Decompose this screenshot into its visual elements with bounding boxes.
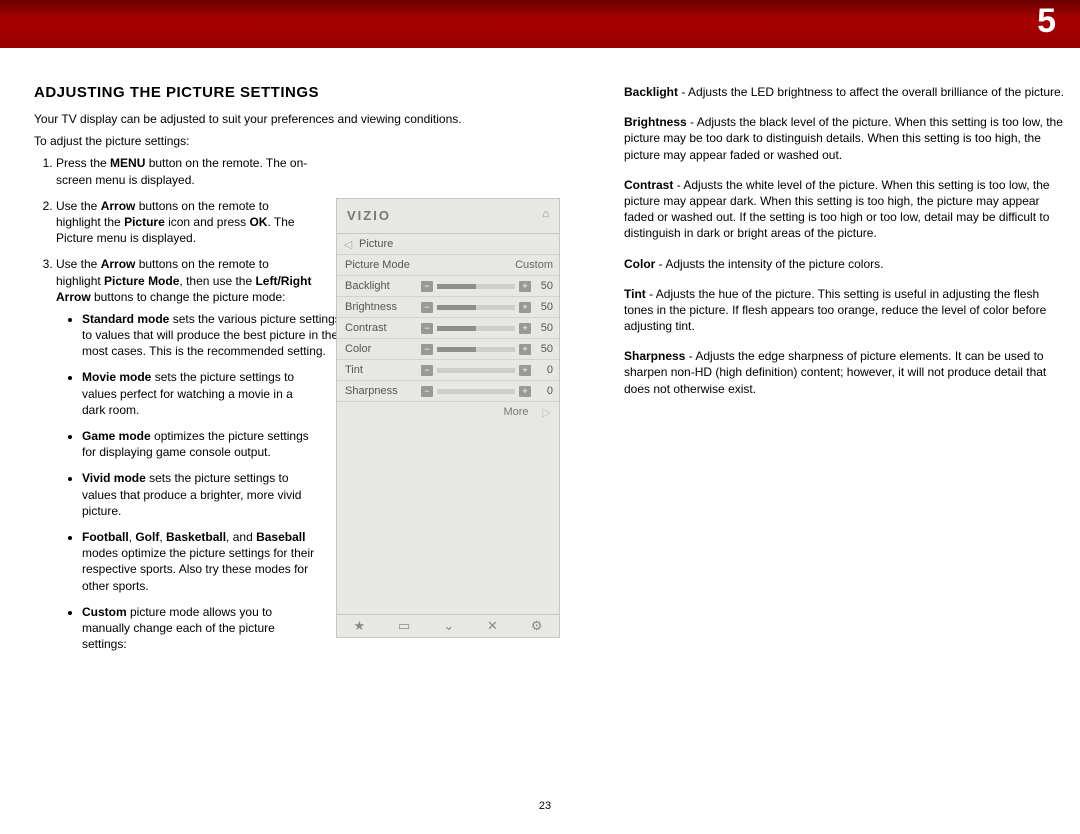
minus-icon[interactable]: − <box>421 344 433 355</box>
osd-row-picture-mode[interactable]: Picture Mode Custom <box>337 255 559 276</box>
def-brightness: Brightness - Adjusts the black level of … <box>624 114 1064 163</box>
def-sharpness: Sharpness - Adjusts the edge sharpness o… <box>624 348 1064 397</box>
osd-brand: VIZIO <box>347 208 391 223</box>
def-tint: Tint - Adjusts the hue of the picture. T… <box>624 286 1064 335</box>
minus-icon[interactable]: − <box>421 323 433 334</box>
osd-breadcrumb[interactable]: ◁ Picture <box>337 234 559 255</box>
mode-sports: Football, Golf, Basketball, and Baseball… <box>82 529 316 594</box>
mode-movie: Movie mode sets the picture settings to … <box>82 369 316 418</box>
mode-vivid: Vivid mode sets the picture settings to … <box>82 470 316 519</box>
def-backlight: Backlight - Adjusts the LED brightness t… <box>624 84 1064 100</box>
osd-panel: VIZIO ⌂ ◁ Picture Picture Mode Custom Ba… <box>336 198 560 638</box>
screen-icon[interactable]: ▭ <box>398 618 410 634</box>
plus-icon[interactable]: + <box>519 365 531 376</box>
top-banner: 5 <box>0 0 1080 48</box>
chevron-right-icon: ▷ <box>543 406 551 419</box>
osd-row-contrast[interactable]: Contrast −+50 <box>337 318 559 339</box>
mode-custom: Custom picture mode allows you to manual… <box>82 604 316 653</box>
osd-row-tint[interactable]: Tint −+0 <box>337 360 559 381</box>
def-contrast: Contrast - Adjusts the white level of th… <box>624 177 1064 242</box>
step-2: Use the Arrow buttons on the remote to h… <box>56 198 316 247</box>
section-heading: ADJUSTING THE PICTURE SETTINGS <box>34 84 589 101</box>
osd-row-backlight[interactable]: Backlight −+50 <box>337 276 559 297</box>
plus-icon[interactable]: + <box>519 344 531 355</box>
osd-crumb-label: Picture <box>359 238 393 250</box>
minus-icon[interactable]: − <box>421 386 433 397</box>
section-number: 5 <box>1037 2 1056 41</box>
lead-text: To adjust the picture settings: <box>34 133 589 149</box>
osd-row-color[interactable]: Color −+50 <box>337 339 559 360</box>
plus-icon[interactable]: + <box>519 386 531 397</box>
osd-row-sharpness[interactable]: Sharpness −+0 <box>337 381 559 402</box>
home-icon[interactable]: ⌂ <box>542 208 549 220</box>
back-icon[interactable]: ◁ <box>337 238 359 251</box>
minus-icon[interactable]: − <box>421 302 433 313</box>
osd-row-brightness[interactable]: Brightness −+50 <box>337 297 559 318</box>
def-color: Color - Adjusts the intensity of the pic… <box>624 256 1064 272</box>
minus-icon[interactable]: − <box>421 281 433 292</box>
page-number: 23 <box>34 800 1056 812</box>
mode-standard: Standard mode sets the various picture s… <box>82 311 342 360</box>
plus-icon[interactable]: + <box>519 323 531 334</box>
plus-icon[interactable]: + <box>519 302 531 313</box>
definitions-column: Backlight - Adjusts the LED brightness t… <box>624 84 1064 411</box>
step-3: Use the Arrow buttons on the remote to h… <box>56 256 316 652</box>
mode-game: Game mode optimizes the picture settings… <box>82 428 316 460</box>
gear-icon[interactable]: ⚙ <box>531 618 543 634</box>
intro-text: Your TV display can be adjusted to suit … <box>34 111 589 127</box>
osd-more-row[interactable]: More▷ <box>337 402 559 422</box>
close-icon[interactable]: ✕ <box>487 618 498 634</box>
chevrons-down-icon[interactable]: ⌄ <box>443 618 454 634</box>
step-1: Press the MENU button on the remote. The… <box>56 155 316 187</box>
star-icon[interactable]: ★ <box>353 618 365 634</box>
plus-icon[interactable]: + <box>519 281 531 292</box>
minus-icon[interactable]: − <box>421 365 433 376</box>
